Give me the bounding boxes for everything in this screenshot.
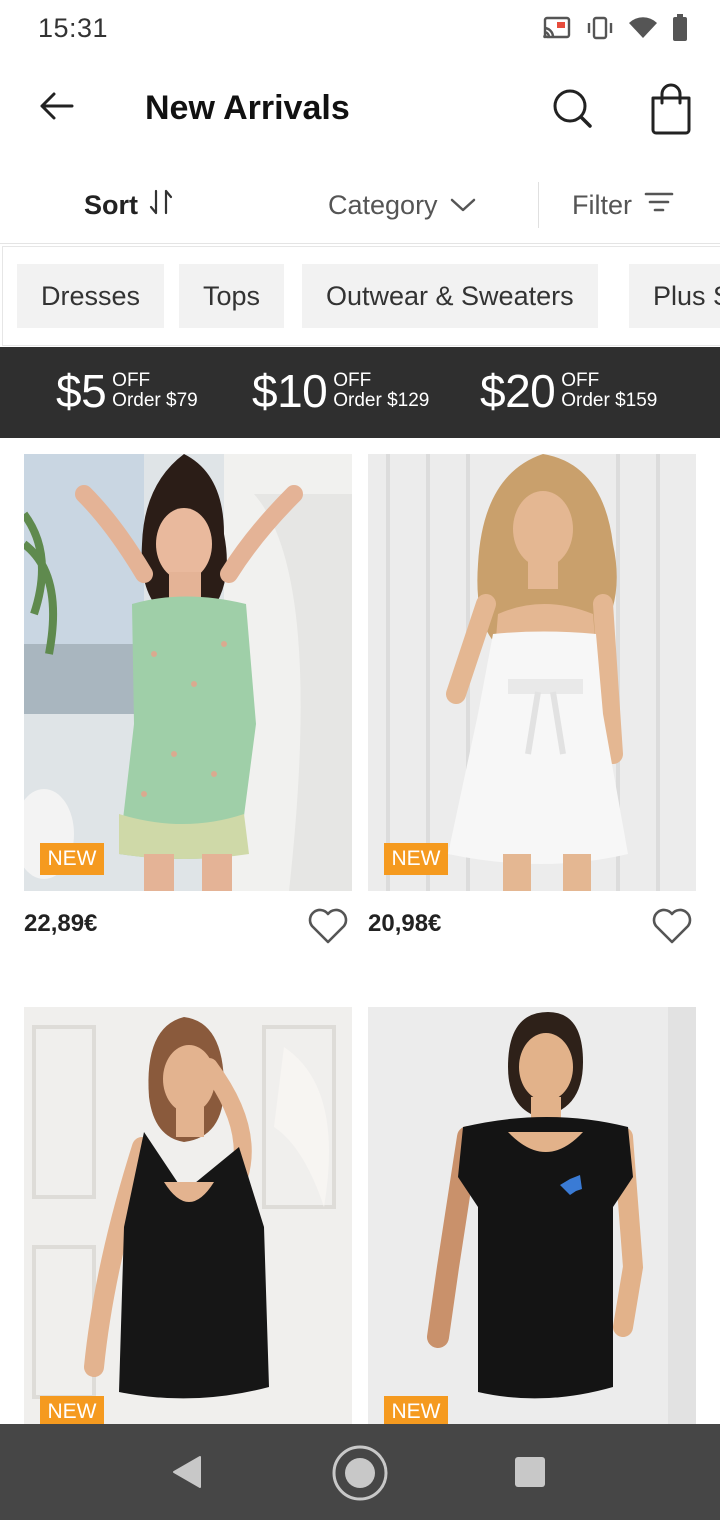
product-image[interactable] [24,1007,352,1424]
status-time: 15:31 [38,12,109,43]
toolbar-divider [538,182,539,228]
filter-lines-icon [644,190,674,221]
filter-label: Filter [572,189,632,220]
page-title: New Arrivals [145,89,350,127]
vibrate-icon [586,16,614,40]
system-nav-bar [0,1424,720,1520]
chip-tops[interactable]: Tops [179,264,285,328]
nav-recents-button[interactable] [514,1456,546,1493]
square-recents-icon [514,1457,546,1492]
circle-home-icon [331,1445,389,1506]
promo-order: Order $129 [333,390,430,411]
search-button[interactable] [548,84,598,134]
sort-label: Sort [84,189,138,220]
promo-off: OFF [112,370,151,391]
new-badge: NEW [40,843,104,875]
search-icon [548,89,598,138]
status-bar: 15:31 [0,0,720,56]
sort-filter-bar: Sort Category Filter [0,166,720,244]
promo-coupon: $10 OFF Order $129 [252,365,429,417]
shopping-bag-icon [646,83,696,140]
battery-icon [672,14,688,42]
category-chips: Dresses Tops Outwear & Sweaters Plus S [2,246,720,346]
wifi-icon [628,16,658,40]
product-image[interactable] [368,1007,696,1424]
promo-order: Order $159 [561,390,658,411]
back-button[interactable] [34,86,78,130]
promo-banner[interactable]: $5 OFF Order $79 $10 OFF Order $129 $20 … [0,347,720,438]
product-card[interactable]: NEW 22,89€ [24,454,352,974]
product-card[interactable]: NEW [24,1007,352,1428]
chevron-down-icon [450,190,476,221]
shopping-bag-button[interactable] [646,82,696,136]
promo-amount: $10 [252,365,328,417]
cast-icon [542,16,572,40]
promo-off: OFF [333,370,372,391]
promo-coupon: $5 OFF Order $79 [56,365,198,417]
chip-outwear-sweaters[interactable]: Outwear & Sweaters [302,264,598,328]
nav-back-button[interactable] [170,1454,206,1495]
product-price: 22,89€ [24,910,98,937]
chip-dresses[interactable]: Dresses [17,264,165,328]
app-bar: New Arrivals [0,56,720,166]
heart-icon [306,908,350,950]
category-label: Category [328,189,438,220]
sort-button[interactable]: Sort [84,184,174,226]
nav-home-button[interactable] [331,1444,389,1507]
product-price: 20,98€ [368,910,442,937]
product-card[interactable]: NEW 20,98€ [368,454,696,974]
promo-amount: $20 [480,365,556,417]
promo-amount: $5 [56,365,107,417]
wishlist-button[interactable] [306,906,350,946]
product-card[interactable]: NEW [368,1007,696,1428]
promo-off: OFF [561,370,600,391]
promo-coupon: $20 OFF Order $159 [480,365,657,417]
category-dropdown[interactable]: Category [328,184,476,226]
promo-order: Order $79 [112,390,198,411]
sort-arrows-icon [148,187,174,224]
filter-button[interactable]: Filter [572,184,674,226]
new-badge: NEW [384,843,448,875]
product-image[interactable] [368,454,696,891]
status-icons [542,14,688,42]
heart-icon [650,908,694,950]
chip-plus-size[interactable]: Plus S [629,264,720,328]
product-image[interactable] [24,454,352,891]
triangle-back-icon [170,1456,206,1494]
back-arrow-icon [38,91,74,126]
wishlist-button[interactable] [650,906,694,946]
